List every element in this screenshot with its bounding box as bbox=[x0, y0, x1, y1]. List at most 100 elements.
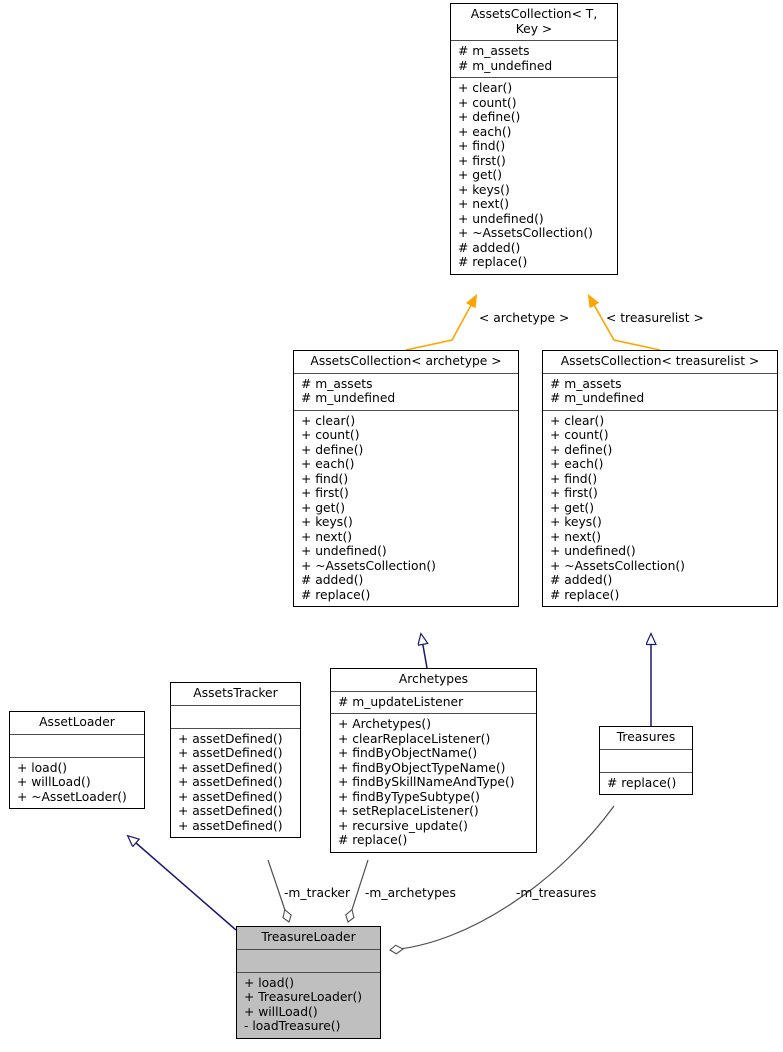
class-operation: + findByObjectName() bbox=[338, 746, 478, 760]
class-operation: + find() bbox=[301, 471, 349, 486]
class-operation: # replace() bbox=[301, 587, 371, 602]
class-attribute: # m_undefined bbox=[550, 391, 645, 405]
class-operation: + ~AssetLoader() bbox=[17, 789, 127, 804]
class-operation: + next() bbox=[458, 197, 510, 211]
class-name: Archetypes bbox=[331, 669, 536, 692]
class-name: TreasureLoader bbox=[237, 927, 380, 950]
class-operation: + count() bbox=[550, 428, 609, 442]
class-attributes bbox=[600, 750, 692, 773]
class-attribute: # m_assets bbox=[458, 44, 530, 58]
class-attribute: # m_assets bbox=[301, 376, 373, 391]
class-operation: + undefined() bbox=[458, 211, 544, 226]
class-operation: + willLoad() bbox=[17, 775, 91, 789]
edge-inherit-treasureloader bbox=[128, 836, 237, 931]
class-operation: + clear() bbox=[550, 413, 605, 428]
class-operation: + findByTypeSubtype() bbox=[338, 789, 480, 804]
uml-class-diagram: AssetsCollection< T, Key > # m_assets # … bbox=[0, 0, 783, 1052]
class-operations: + clear() + count() + define() + each() … bbox=[451, 78, 617, 274]
class-operation: + assetDefined() bbox=[178, 789, 283, 804]
class-operation: + get() bbox=[458, 168, 502, 182]
class-operation: + recursive_update() bbox=[338, 818, 468, 833]
class-attribute: # m_undefined bbox=[458, 58, 553, 73]
class-operation: + willLoad() bbox=[244, 1004, 318, 1019]
class-operation: # added() bbox=[458, 240, 521, 255]
class-operations: + Archetypes() + clearReplaceListener() … bbox=[331, 714, 536, 852]
class-operation: + define() bbox=[301, 442, 364, 457]
edge-binding-archetype bbox=[405, 296, 476, 351]
class-operation: + ~AssetsCollection() bbox=[458, 226, 593, 240]
class-operations: + clear() + count() + define() + each() … bbox=[294, 411, 518, 607]
class-attributes bbox=[10, 735, 144, 758]
class-operations: + clear() + count() + define() + each() … bbox=[543, 411, 777, 607]
class-operation: + define() bbox=[458, 110, 521, 124]
class-attributes bbox=[171, 706, 300, 729]
class-operation: + assetDefined() bbox=[178, 746, 283, 760]
class-operations: + assetDefined() + assetDefined() + asse… bbox=[171, 729, 300, 838]
class-attributes: # m_updateListener bbox=[331, 692, 536, 714]
class-operation: + first() bbox=[301, 486, 349, 500]
class-operation: + next() bbox=[301, 529, 353, 544]
class-operation: + count() bbox=[301, 428, 360, 442]
class-attributes: # m_assets # m_undefined bbox=[451, 41, 617, 78]
class-operation: + keys() bbox=[458, 182, 510, 197]
class-attribute: # m_updateListener bbox=[338, 694, 464, 709]
class-box-assetscollection-archetype[interactable]: AssetsCollection< archetype > # m_assets… bbox=[293, 350, 519, 607]
class-operation: + TreasureLoader() bbox=[244, 990, 363, 1004]
class-operation: + ~AssetsCollection() bbox=[301, 558, 436, 573]
class-name: AssetLoader bbox=[10, 712, 144, 735]
class-operation: + first() bbox=[458, 153, 506, 168]
class-box-treasures[interactable]: Treasures # replace() bbox=[599, 726, 693, 795]
class-name: AssetsCollection< treasurelist > bbox=[543, 351, 777, 374]
class-operation: + keys() bbox=[550, 515, 602, 529]
edge-label-m-treasures: -m_treasures bbox=[516, 886, 597, 900]
class-box-assetscollection-treasurelist[interactable]: AssetsCollection< treasurelist > # m_ass… bbox=[542, 350, 778, 607]
class-operation: + keys() bbox=[301, 515, 353, 529]
class-box-assetstracker[interactable]: AssetsTracker + assetDefined() + assetDe… bbox=[170, 682, 301, 838]
class-box-assetloader[interactable]: AssetLoader + load() + willLoad() + ~Ass… bbox=[9, 711, 145, 809]
class-box-treasureloader[interactable]: TreasureLoader + load() + TreasureLoader… bbox=[236, 926, 381, 1039]
class-operation: + Archetypes() bbox=[338, 717, 432, 731]
class-operation: + find() bbox=[550, 471, 598, 486]
class-operation: + get() bbox=[301, 500, 345, 515]
class-operation: + assetDefined() bbox=[178, 760, 283, 775]
class-operation: # added() bbox=[301, 573, 364, 587]
edge-label-m-tracker: -m_tracker bbox=[284, 886, 351, 900]
class-operation: + ~AssetsCollection() bbox=[550, 558, 685, 573]
class-operation: + clear() bbox=[458, 81, 513, 95]
class-operation: # replace() bbox=[338, 833, 408, 847]
class-operation: # replace() bbox=[607, 775, 677, 790]
edge-label-archetype: < archetype > bbox=[479, 311, 570, 325]
class-operation: + findBySkillNameAndType() bbox=[338, 775, 515, 789]
class-operation: + next() bbox=[550, 529, 602, 544]
class-operation: + assetDefined() bbox=[178, 804, 283, 818]
class-box-assetscollection-t-key[interactable]: AssetsCollection< T, Key > # m_assets # … bbox=[450, 3, 618, 275]
class-attribute: # m_undefined bbox=[301, 391, 396, 405]
class-operations: # replace() bbox=[600, 773, 692, 795]
class-operation: + each() bbox=[458, 124, 512, 139]
edge-inherit-archetypes bbox=[421, 634, 427, 669]
class-operation: + assetDefined() bbox=[178, 818, 283, 833]
class-operations: + load() + willLoad() + ~AssetLoader() bbox=[10, 758, 144, 809]
class-name: AssetsTracker bbox=[171, 683, 300, 706]
class-operation: + setReplaceListener() bbox=[338, 804, 479, 818]
class-operation: # added() bbox=[550, 573, 613, 587]
class-operation: + clear() bbox=[301, 413, 356, 428]
edge-label-m-archetypes: -m_archetypes bbox=[365, 886, 456, 900]
class-box-archetypes[interactable]: Archetypes # m_updateListener + Archetyp… bbox=[330, 668, 537, 853]
class-operation: + load() bbox=[17, 760, 68, 775]
class-operation: + find() bbox=[458, 139, 506, 153]
class-operation: + undefined() bbox=[301, 544, 387, 558]
class-operation: + assetDefined() bbox=[178, 775, 283, 789]
class-operation: + first() bbox=[550, 486, 598, 500]
class-operation: - loadTreasure() bbox=[244, 1019, 341, 1033]
class-operation: + clearReplaceListener() bbox=[338, 731, 491, 746]
class-operation: + assetDefined() bbox=[178, 731, 283, 746]
class-operation: + each() bbox=[550, 457, 604, 471]
class-attributes: # m_assets # m_undefined bbox=[294, 374, 518, 411]
class-operation: + undefined() bbox=[550, 544, 636, 558]
class-operation: + each() bbox=[301, 457, 355, 471]
class-operation: + findByObjectTypeName() bbox=[338, 760, 506, 775]
class-operation: + load() bbox=[244, 975, 295, 990]
class-operation: # replace() bbox=[458, 255, 528, 269]
class-operation: # replace() bbox=[550, 587, 620, 602]
